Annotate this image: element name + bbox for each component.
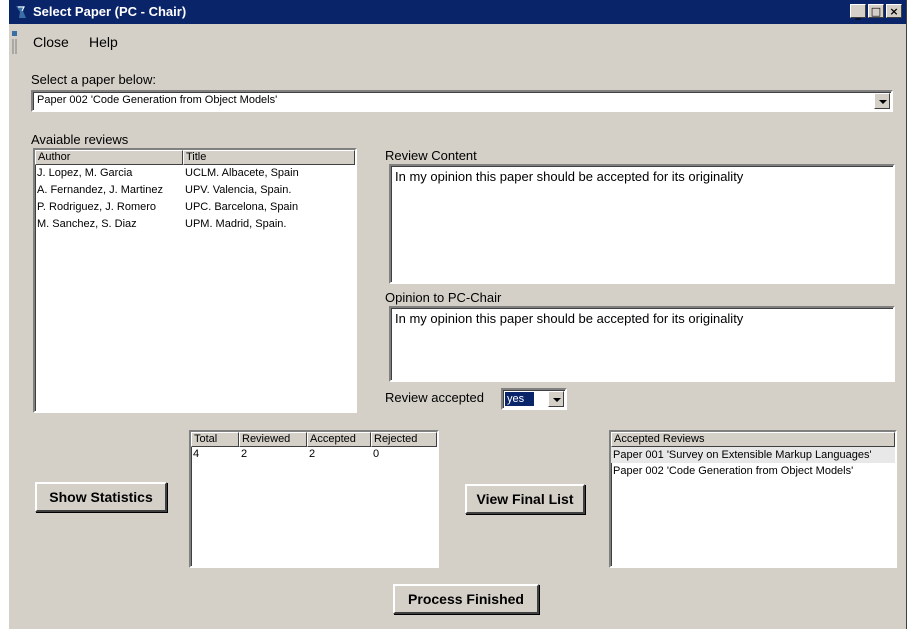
paper-select[interactable]: Paper 002 'Code Generation from Object M… [31,90,893,112]
table-row[interactable]: M. Sanchez, S. Diaz UPM. Madrid, Spain. [35,216,355,233]
accepted-paper: Paper 002 'Code Generation from Object M… [613,465,854,477]
table-row[interactable]: A. Fernandez, J. Martinez UPV. Valencia,… [35,182,355,199]
stat-rejected: 0 [373,448,380,460]
menu-help[interactable]: Help [89,34,118,50]
opinion-textarea[interactable]: In my opinion this paper should be accep… [389,306,895,382]
app-icon [16,6,26,18]
maximize-icon: □ [870,5,882,18]
reviews-label: Avaiable reviews [31,132,129,147]
col-author[interactable]: Author [35,150,183,165]
process-finished-button[interactable]: Process Finished [393,584,539,614]
opinion-label: Opinion to PC-Chair [385,290,502,305]
paper-select-value: Paper 002 'Code Generation from Object M… [37,94,278,106]
stat-total: 4 [193,448,200,460]
table-row[interactable]: J. Lopez, M. Garcia UCLM. Albacete, Spai… [35,165,355,182]
col-accepted-reviews[interactable]: Accepted Reviews [611,432,895,447]
review-accepted-value: yes [505,392,535,406]
window-title: Select Paper (PC - Chair) [33,4,187,19]
col-total[interactable]: Total [191,432,239,447]
stat-accepted: 2 [309,448,316,460]
chevron-down-icon[interactable] [874,93,890,109]
review-title: UPC. Barcelona, Spain [185,201,299,213]
view-final-list-label: View Final List [476,491,574,507]
accepted-reviews-list[interactable]: Accepted Reviews Paper 001 'Survey on Ex… [609,430,897,568]
review-title: UPV. Valencia, Spain. [185,184,292,196]
review-author: J. Lopez, M. Garcia [37,167,133,179]
process-finished-label: Process Finished [408,591,524,607]
menu-grip-icon[interactable] [11,30,19,56]
col-title[interactable]: Title [183,150,355,165]
menu-close-label: Close [33,34,69,50]
minimize-button[interactable]: _ [850,4,866,20]
col-rejected[interactable]: Rejected [371,432,437,447]
review-author: A. Fernandez, J. Martinez [37,184,163,196]
close-icon: × [889,5,899,18]
list-item[interactable]: Paper 001 'Survey on Extensible Markup L… [611,447,895,463]
view-final-list-button[interactable]: View Final List [465,484,585,514]
review-title: UCLM. Albacete, Spain [185,167,299,179]
menu-close[interactable]: Close [33,34,69,50]
review-accepted-select[interactable]: yes [501,388,567,410]
col-reviewed[interactable]: Reviewed [239,432,307,447]
show-statistics-label: Show Statistics [49,489,153,505]
review-author: P. Rodriguez, J. Romero [37,201,157,213]
stat-reviewed: 2 [241,448,248,460]
review-title: UPM. Madrid, Spain. [185,218,287,230]
show-statistics-button[interactable]: Show Statistics [35,482,167,512]
minimize-icon: _ [855,7,861,20]
title-bar[interactable]: Select Paper (PC - Chair) _ □ × [9,0,906,24]
chevron-down-icon[interactable] [548,391,564,407]
review-author: M. Sanchez, S. Diaz [37,218,137,230]
review-content-textarea[interactable]: In my opinion this paper should be accep… [389,164,895,284]
review-content-label: Review Content [385,148,477,163]
review-accepted-label: Review accepted [385,390,484,405]
close-window-button[interactable]: × [886,4,902,18]
review-content-text: In my opinion this paper should be accep… [395,169,744,184]
reviews-list[interactable]: Author Title J. Lopez, M. Garcia UCLM. A… [33,148,357,413]
menu-help-label: Help [89,34,118,50]
statistics-table[interactable]: Total Reviewed Accepted Rejected 4 2 2 0 [189,430,439,568]
col-accepted[interactable]: Accepted [307,432,371,447]
paper-select-label: Select a paper below: [31,72,157,87]
table-row[interactable]: 4 2 2 0 [191,447,437,461]
maximize-button[interactable]: □ [868,4,884,18]
list-item[interactable]: Paper 002 'Code Generation from Object M… [611,463,895,479]
table-row[interactable]: P. Rodriguez, J. Romero UPC. Barcelona, … [35,199,355,216]
app-window: Select Paper (PC - Chair) _ □ × Close He… [8,0,907,629]
accepted-paper: Paper 001 'Survey on Extensible Markup L… [613,449,872,461]
opinion-text: In my opinion this paper should be accep… [395,311,744,326]
menu-bar: Close Help [9,28,906,58]
